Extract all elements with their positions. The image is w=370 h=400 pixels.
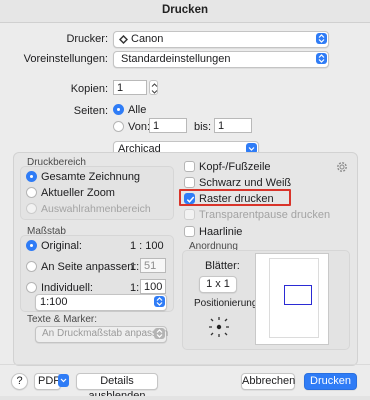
copies-label: Kopien: [70,83,108,95]
text-marker-header: Texte & Marker: [27,314,98,325]
scale-preset-value: 1:100 [40,296,68,308]
header-footer-checkbox[interactable] [184,161,195,172]
scale-original-radio[interactable] [26,240,37,251]
presets-select[interactable]: Standardeinstellungen [113,51,329,68]
scale-fit-field[interactable] [140,258,166,273]
scale-custom-label: Individuell: [41,282,93,294]
dialog-title: Drucken [161,4,209,16]
scale-fit-label: An Seite anpassen: [41,261,137,273]
sheets-button[interactable]: 1 x 1 [199,276,237,293]
print-area-selection-radio[interactable] [26,203,37,214]
transparent-pause-label: Transparentpause drucken [199,209,331,221]
pdf-menu-arrow[interactable] [58,374,69,387]
print-area-whole-label: Gesamte Zeichnung [41,171,141,183]
pages-from-field[interactable] [149,118,187,133]
pages-to-label: bis: [194,121,212,133]
scale-original-label: Original: [41,240,82,252]
pdf-label: PDF [38,375,60,387]
header-footer-label: Kopf-/Fußzeile [199,161,271,173]
print-area-selection-label: Auswahlrahmenbereich [41,203,151,215]
hairline-checkbox[interactable] [184,226,195,237]
print-button[interactable]: Drucken [304,373,357,390]
printer-label: Drucker: [66,33,108,45]
scale-custom-prefix: 1: [130,282,140,294]
transparent-pause-checkbox[interactable] [184,209,195,220]
pages-to-field[interactable] [214,118,252,133]
print-dialog: Drucken Drucker: Canon Voreinstellungen:… [0,0,370,400]
black-white-checkbox[interactable] [184,177,195,188]
scale-preset-select[interactable]: 1:100 [35,294,167,311]
scale-custom-radio[interactable] [26,282,37,293]
presets-label: Voreinstellungen: [23,53,108,65]
chevron-updown-icon [154,296,165,307]
sheets-label: Blätter: [205,260,240,272]
print-grid-highlight [179,189,291,206]
print-area-whole-radio[interactable] [26,171,37,182]
pages-all-label: Alle [128,104,147,116]
chevron-updown-icon [154,328,165,339]
scale-fit-radio[interactable] [26,261,37,272]
scale-custom-field[interactable] [140,279,166,294]
presets-select-value: Standardeinstellungen [121,53,231,65]
printer-select-value: Canon [131,33,164,45]
pages-all-radio[interactable] [113,104,124,115]
copies-field[interactable] [113,80,147,95]
pages-from-label: Von: [128,121,151,133]
title-bar: Drucken [0,0,370,23]
chevron-updown-icon [316,33,327,44]
text-marker-select[interactable]: An Druckmaßstab anpassen [35,326,169,343]
footer-divider [0,364,370,365]
hide-details-button[interactable]: Details ausblenden [76,373,158,400]
printer-select[interactable]: Canon [113,31,329,48]
print-area-zoom-radio[interactable] [26,187,37,198]
text-marker-value: An Druckmaßstab anpassen [42,328,169,339]
preview-print-area [284,285,312,305]
position-grid-icon[interactable] [208,316,230,338]
print-area-zoom-label: Aktueller Zoom [41,187,115,199]
gear-icon[interactable] [336,161,348,173]
pdf-button[interactable]: PDF [34,373,61,390]
window-edge [0,396,370,400]
black-white-label: Schwarz und Weiß [199,177,292,189]
chevron-down-icon [60,378,67,383]
printer-icon [119,35,128,44]
help-button[interactable]: ? [11,373,28,390]
hairline-label: Haarlinie [199,226,243,238]
position-label: Positionierung: [194,298,261,309]
cancel-button[interactable]: Abbrechen [241,373,295,390]
scale-fit-prefix: 1: [130,261,140,273]
chevron-updown-icon [316,53,327,64]
copies-stepper[interactable] [149,80,158,95]
pages-label: Seiten: [73,105,108,117]
scale-original-value: 1 : 100 [130,240,164,252]
pages-range-radio[interactable] [113,121,124,132]
